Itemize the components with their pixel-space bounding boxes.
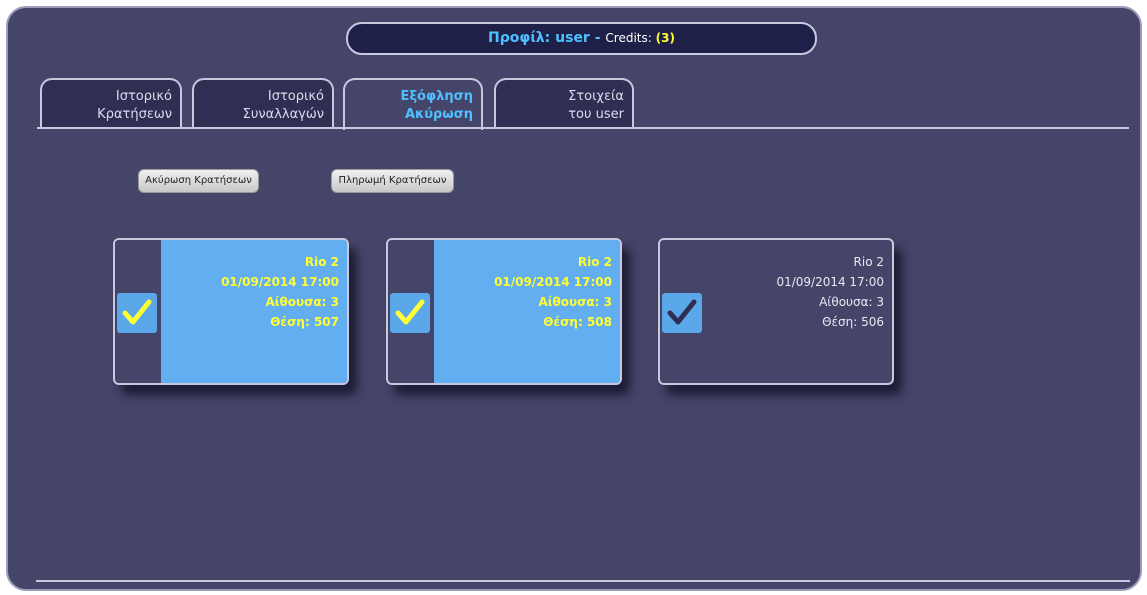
booking-hall: Αίθουσα: 3 (265, 295, 339, 309)
tab-booking-history-line2: Κρατήσεων (97, 107, 172, 122)
tab-payment-cancellation[interactable]: Εξόφληση Ακύρωση (343, 78, 483, 130)
booking-datetime: 01/09/2014 17:00 (776, 275, 884, 289)
tab-transaction-history[interactable]: Ιστορικό Συναλλαγών (192, 78, 334, 128)
credits-count: (3) (655, 31, 675, 45)
booking-checkbox[interactable] (117, 293, 157, 333)
tab-payment-cancellation-line1: Εξόφληση (400, 89, 473, 104)
booking-seat: Θέση: 507 (270, 315, 339, 329)
profile-label: Προφίλ: user (488, 30, 590, 46)
booking-seat: Θέση: 508 (543, 315, 612, 329)
booking-cinema: Rio 2 (853, 255, 884, 269)
booking-seat: Θέση: 506 (822, 315, 884, 329)
profile-header: Προφίλ: user - Credits: (3) (346, 22, 817, 55)
tab-transaction-history-line2: Συναλλαγών (242, 107, 324, 122)
booking-info: Rio 2 01/09/2014 17:00 Αίθουσα: 3 Θέση: … (494, 252, 612, 332)
checkmark-icon (395, 299, 425, 325)
booking-datetime: 01/09/2014 17:00 (221, 275, 339, 289)
booking-card[interactable]: Rio 2 01/09/2014 17:00 Αίθουσα: 3 Θέση: … (386, 238, 622, 385)
tab-user-details-line2: του user (568, 107, 624, 122)
tab-transaction-history-line1: Ιστορικό (267, 89, 324, 104)
booking-datetime: 01/09/2014 17:00 (494, 275, 612, 289)
tab-booking-history[interactable]: Ιστορικό Κρατήσεων (40, 78, 182, 128)
booking-checkbox[interactable] (390, 293, 430, 333)
booking-info: Rio 2 01/09/2014 17:00 Αίθουσα: 3 Θέση: … (776, 252, 884, 332)
checkmark-icon (122, 299, 152, 325)
tab-divider (37, 127, 1129, 129)
card-body: Rio 2 01/09/2014 17:00 Αίθουσα: 3 Θέση: … (706, 240, 892, 383)
pay-bookings-button[interactable]: Πληρωμή Κρατήσεων (331, 169, 454, 193)
booking-info: Rio 2 01/09/2014 17:00 Αίθουσα: 3 Θέση: … (221, 252, 339, 332)
card-body: Rio 2 01/09/2014 17:00 Αίθουσα: 3 Θέση: … (161, 240, 347, 383)
bottom-divider (36, 580, 1130, 582)
booking-card[interactable]: Rio 2 01/09/2014 17:00 Αίθουσα: 3 Θέση: … (658, 238, 894, 385)
header-separator: - (589, 30, 606, 46)
booking-cinema: Rio 2 (304, 255, 339, 269)
cancel-bookings-button[interactable]: Ακύρωση Κρατήσεων (138, 169, 259, 193)
tab-booking-history-line1: Ιστορικό (115, 89, 172, 104)
tab-user-details-line1: Στοιχεία (568, 89, 624, 104)
booking-checkbox[interactable] (662, 293, 702, 333)
checkmark-icon (667, 299, 697, 325)
tab-payment-cancellation-line2: Ακύρωση (404, 107, 473, 122)
tab-user-details[interactable]: Στοιχεία του user (494, 78, 634, 128)
credits-label: Credits: (605, 31, 656, 45)
booking-card[interactable]: Rio 2 01/09/2014 17:00 Αίθουσα: 3 Θέση: … (113, 238, 349, 385)
booking-hall: Αίθουσα: 3 (819, 295, 884, 309)
booking-hall: Αίθουσα: 3 (538, 295, 612, 309)
booking-cinema: Rio 2 (577, 255, 612, 269)
card-body: Rio 2 01/09/2014 17:00 Αίθουσα: 3 Θέση: … (434, 240, 620, 383)
